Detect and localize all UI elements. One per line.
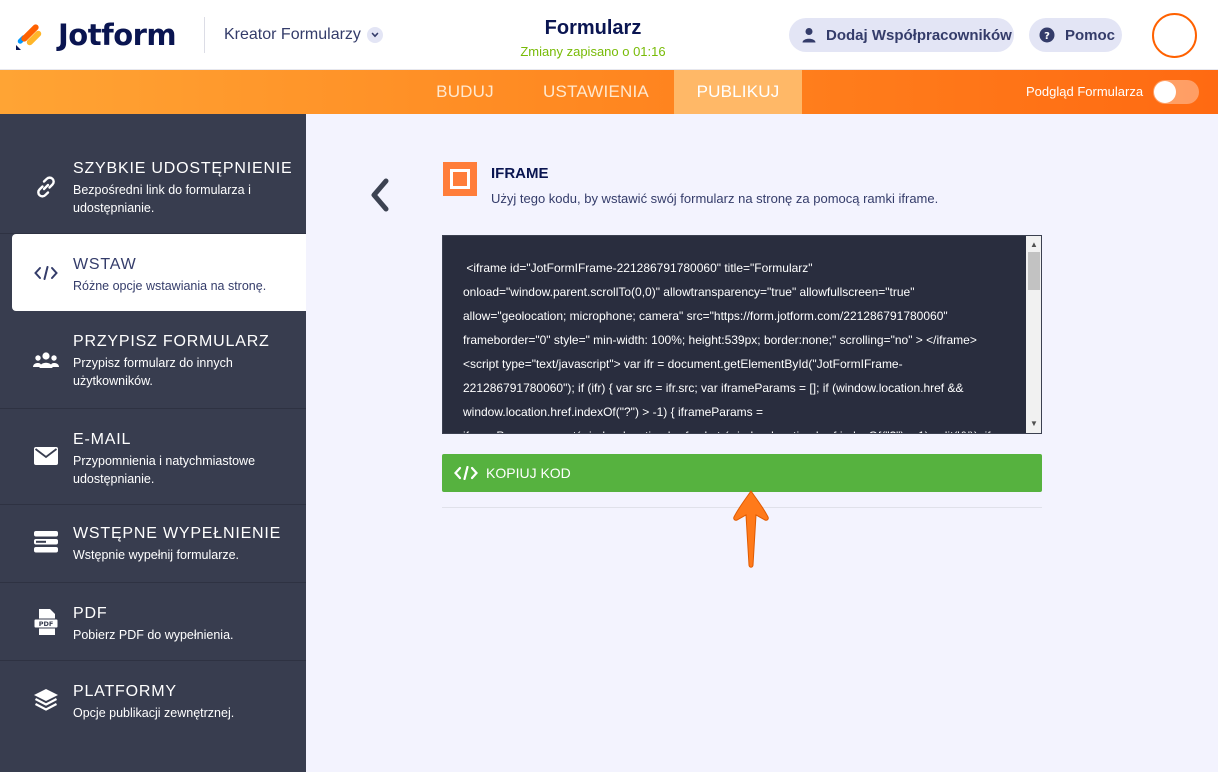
sidebar-item-desc: Przypomnienia i natychmiastowe udostępni…: [73, 454, 256, 486]
sidebar-item-title: PRZYPISZ FORMULARZ: [73, 333, 270, 350]
section-title: IFRAME: [491, 165, 549, 182]
sidebar-item-embed[interactable]: WSTAW Różne opcje wstawiania na stronę.: [12, 234, 306, 311]
sidebar-item-prefill[interactable]: WSTĘPNE WYPEŁNIENIE Wstępnie wypełnij fo…: [0, 505, 306, 583]
code-icon: [454, 466, 478, 480]
embed-code-box[interactable]: <iframe id="JotFormIFrame-22128679178006…: [442, 235, 1042, 434]
tab-build[interactable]: BUDUJ: [424, 70, 506, 114]
sidebar-item-desc: Różne opcje wstawiania na stronę.: [73, 279, 267, 293]
pdf-icon: PDF: [33, 609, 59, 635]
sidebar-item-title: WSTĘPNE WYPEŁNIENIE: [73, 525, 282, 542]
top-header: Jotform Kreator Formularzy Formularz Zmi…: [0, 0, 1218, 70]
help-button[interactable]: ? Pomoc: [1029, 18, 1122, 52]
copy-code-button[interactable]: KOPIUJ KOD: [442, 454, 1042, 492]
code-scrollbar[interactable]: ▲ ▼: [1026, 236, 1041, 433]
publish-sidebar: SZYBKIE UDOSTĘPNIENIE Bezpośredni link d…: [0, 114, 306, 772]
form-preview-label: Podgląd Formularza: [1026, 84, 1144, 99]
scroll-up-arrow-icon[interactable]: ▲: [1026, 239, 1041, 251]
sidebar-item-desc: Wstępnie wypełnij formularze.: [73, 548, 240, 562]
collaborators-label: Dodaj Współpracowników: [826, 26, 1012, 44]
avatar[interactable]: [1152, 13, 1197, 58]
tab-publish[interactable]: PUBLIKUJ: [674, 70, 802, 114]
sidebar-item-desc: Opcje publikacji zewnętrznej.: [73, 706, 235, 720]
question-icon: ?: [1039, 27, 1055, 43]
scroll-down-arrow-icon[interactable]: ▼: [1026, 418, 1041, 430]
sidebar-item-pdf[interactable]: PDF PDF Pobierz PDF do wypełnienia.: [0, 583, 306, 661]
sidebar-item-title: PLATFORMY: [73, 683, 177, 700]
sidebar-item-desc: Przypisz formularz do innych użytkownikó…: [73, 356, 233, 388]
sidebar-item-title: E-MAIL: [73, 431, 132, 448]
sidebar-item-platforms[interactable]: PLATFORMY Opcje publikacji zewnętrznej.: [0, 661, 306, 772]
envelope-icon: [33, 443, 59, 469]
tab-settings[interactable]: USTAWIENIA: [532, 70, 660, 114]
embed-code-text[interactable]: <iframe id="JotFormIFrame-22128679178006…: [463, 256, 1023, 433]
add-collaborators-button[interactable]: Dodaj Współpracowników: [789, 18, 1014, 52]
users-icon: [33, 347, 59, 373]
sidebar-item-title: WSTAW: [73, 256, 137, 273]
sidebar-item-title: SZYBKIE UDOSTĘPNIENIE: [73, 160, 293, 177]
code-icon: [33, 260, 59, 286]
sidebar-item-title: PDF: [73, 605, 108, 622]
chevron-left-icon: [371, 178, 389, 212]
main-nav-bar: BUDUJ USTAWIENIA PUBLIKUJ Podgląd Formul…: [0, 70, 1218, 114]
sidebar-item-desc: Bezpośredni link do formularza i udostęp…: [73, 183, 251, 215]
form-preview-toggle[interactable]: [1153, 80, 1199, 104]
copy-code-label: KOPIUJ KOD: [486, 465, 571, 481]
user-icon: [802, 28, 816, 43]
iframe-icon: [443, 162, 477, 196]
sidebar-item-assign-form[interactable]: PRZYPISZ FORMULARZ Przypisz formularz do…: [0, 311, 306, 409]
link-icon: [33, 174, 59, 200]
svg-text:?: ?: [1044, 31, 1050, 42]
prefill-icon: [33, 529, 59, 555]
sidebar-item-quick-share[interactable]: SZYBKIE UDOSTĘPNIENIE Bezpośredni link d…: [0, 114, 306, 234]
layers-icon: [33, 687, 59, 713]
back-button[interactable]: [368, 178, 394, 212]
toggle-knob: [1154, 81, 1176, 103]
sidebar-item-desc: Pobierz PDF do wypełnienia.: [73, 628, 234, 642]
scroll-thumb[interactable]: [1028, 252, 1040, 290]
arrow-up-annotation-icon: [731, 489, 771, 569]
section-description: Użyj tego kodu, by wstawić swój formular…: [491, 191, 939, 206]
svg-text:PDF: PDF: [39, 620, 54, 628]
help-label: Pomoc: [1065, 26, 1116, 44]
sidebar-item-email[interactable]: E-MAIL Przypomnienia i natychmiastowe ud…: [0, 409, 306, 505]
